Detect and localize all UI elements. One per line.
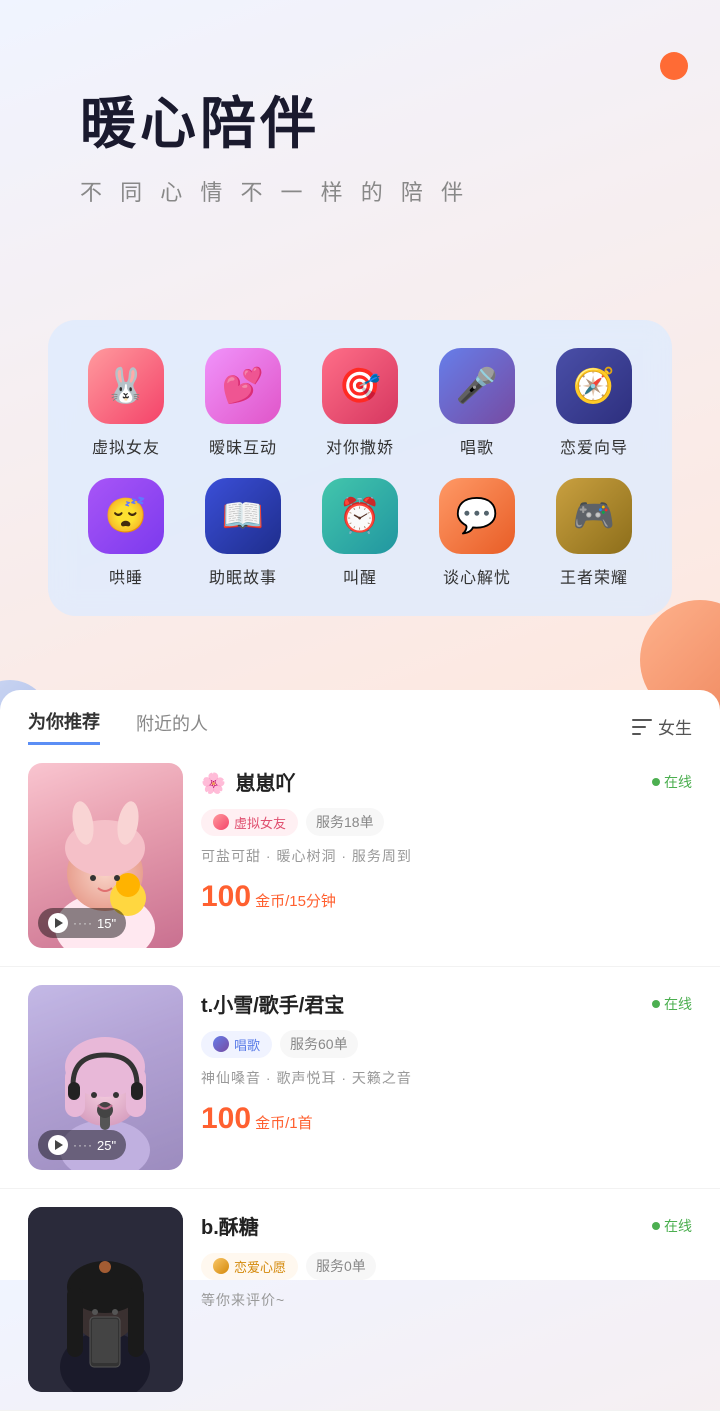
wave-icon-2: ····: [73, 1138, 93, 1152]
price-unit-2: 金币/1首: [255, 1112, 313, 1133]
category-row-2: 😴 哄睡 📖 助眠故事 ⏰ 叫醒 💬 谈心解忧 🎮 王者荣耀: [72, 478, 648, 588]
cat-icon-wake-up: ⏰: [322, 478, 398, 554]
cat-love-guide[interactable]: 🧭 恋爱向导: [540, 348, 648, 458]
service-tag-1: 虚拟女友: [201, 809, 298, 836]
category-row-1: 🐰 虚拟女友 💕 暧昧互动 🎯 对你撒娇 🎤 唱歌 🧭 恋爱向导: [72, 348, 648, 458]
user-name-2: t.小雪/歌手/君宝: [201, 989, 344, 1018]
online-status-1: 在线: [652, 772, 692, 792]
name-row-2: t.小雪/歌手/君宝 在线: [201, 989, 692, 1018]
tab-nearby[interactable]: 附近的人: [136, 710, 208, 744]
cat-spoil[interactable]: 🎯 对你撒娇: [306, 348, 414, 458]
cat-icon-spoil: 🎯: [322, 348, 398, 424]
price-num-2: 100: [201, 1102, 251, 1136]
tag-row-1: 虚拟女友 服务18单: [201, 808, 692, 836]
cat-sleep-story[interactable]: 📖 助眠故事: [189, 478, 297, 588]
card-info-2: t.小雪/歌手/君宝 在线 唱歌 服务60单 神仙嗓音 · 歌声悦耳 · 天籁之…: [183, 985, 692, 1170]
user-card-1[interactable]: ···· 15" 🌸 崽崽吖 在线 虚拟女友 服务18单: [0, 745, 720, 967]
user-name-3: b.酥糖: [201, 1211, 259, 1240]
cat-label-sleep-story: 助眠故事: [209, 564, 277, 588]
service-tag-3: 恋爱心愿: [201, 1253, 298, 1280]
page-title: 暖心陪伴: [80, 90, 720, 157]
online-status-3: 在线: [652, 1216, 692, 1236]
play-button-1[interactable]: [48, 913, 68, 933]
name-row-1: 🌸 崽崽吖 在线: [201, 767, 692, 796]
cat-label-spoil: 对你撒娇: [326, 434, 394, 458]
service-tag-2: 唱歌: [201, 1031, 272, 1058]
desc-3: 等你来评价~: [201, 1290, 692, 1310]
desc-1: 可盐可甜 · 暖心树洞 · 服务周到: [201, 846, 692, 866]
filter-icon: [632, 719, 652, 735]
filter-gender[interactable]: 女生: [632, 714, 692, 739]
cat-icon-flirt: 💕: [205, 348, 281, 424]
online-dot-1: [652, 778, 660, 786]
card-info-1: 🌸 崽崽吖 在线 虚拟女友 服务18单 可盐可甜 · 暖心树洞 · 服务周到 1…: [183, 763, 692, 948]
tag-row-3: 恋爱心愿 服务0单: [201, 1252, 692, 1280]
price-unit-1: 金币/15分钟: [255, 890, 336, 911]
cat-label-coax-sleep: 哄睡: [109, 564, 143, 588]
desc-2: 神仙嗓音 · 歌声悦耳 · 天籁之音: [201, 1068, 692, 1088]
cat-label-flirt: 暧昧互动: [209, 434, 277, 458]
cat-icon-love-guide: 🧭: [556, 348, 632, 424]
online-status-2: 在线: [652, 994, 692, 1014]
play-triangle-1: [55, 918, 63, 928]
cat-sing[interactable]: 🎤 唱歌: [423, 348, 531, 458]
user-card-3[interactable]: b.酥糖 在线 恋爱心愿 服务0单 等你来评价~: [0, 1189, 720, 1411]
cat-icon-coax-sleep: 😴: [88, 478, 164, 554]
service-count-1: 服务18单: [306, 808, 384, 836]
cat-honor[interactable]: 🎮 王者荣耀: [540, 478, 648, 588]
service-count-3: 服务0单: [306, 1252, 376, 1280]
cat-icon-sing: 🎤: [439, 348, 515, 424]
cat-virtual-girlfriend[interactable]: 🐰 虚拟女友: [72, 348, 180, 458]
tag-icon-3: [213, 1258, 229, 1274]
service-count-2: 服务60单: [280, 1030, 358, 1058]
page-subtitle: 不 同 心 情 不 一 样 的 陪 伴: [80, 175, 720, 207]
audio-duration-1: 15": [97, 916, 116, 931]
audio-player-1[interactable]: ···· 15": [38, 908, 126, 938]
filter-label: 女生: [658, 714, 692, 739]
wave-icon-1: ····: [73, 916, 93, 930]
user-name-1: 🌸 崽崽吖: [201, 767, 295, 796]
cat-wake-up[interactable]: ⏰ 叫醒: [306, 478, 414, 588]
cat-label-honor: 王者荣耀: [560, 564, 628, 588]
price-row-2: 100 金币/1首: [201, 1102, 692, 1136]
cat-flirt[interactable]: 💕 暧昧互动: [189, 348, 297, 458]
online-dot-2: [652, 1000, 660, 1008]
card-info-3: b.酥糖 在线 恋爱心愿 服务0单 等你来评价~: [183, 1207, 692, 1392]
content-area: 为你推荐 附近的人 女生: [0, 690, 720, 1280]
tag-row-2: 唱歌 服务60单: [201, 1030, 692, 1058]
cat-icon-talk-heart: 💬: [439, 478, 515, 554]
cat-icon-honor: 🎮: [556, 478, 632, 554]
filter-bar: 为你推荐 附近的人 女生: [0, 690, 720, 745]
online-dot-3: [652, 1222, 660, 1230]
card-image-2: ···· 25": [28, 985, 183, 1170]
price-row-1: 100 金币/15分钟: [201, 880, 692, 914]
cat-label-sing: 唱歌: [460, 434, 494, 458]
category-card: 🐰 虚拟女友 💕 暧昧互动 🎯 对你撒娇 🎤 唱歌 🧭 恋爱向导 😴 哄睡 📖 …: [48, 320, 672, 616]
play-triangle-2: [55, 1140, 63, 1150]
cat-icon-virtual-girlfriend: 🐰: [88, 348, 164, 424]
cat-label-virtual-girlfriend: 虚拟女友: [92, 434, 160, 458]
card-image-3: [28, 1207, 183, 1392]
user-card-2[interactable]: ···· 25" t.小雪/歌手/君宝 在线 唱歌 服务60单 神仙嗓音 · 歌…: [0, 967, 720, 1189]
audio-player-2[interactable]: ···· 25": [38, 1130, 126, 1160]
hero-section: 暖心陪伴 不 同 心 情 不 一 样 的 陪 伴: [0, 0, 720, 207]
cat-coax-sleep[interactable]: 😴 哄睡: [72, 478, 180, 588]
card-image-1: ···· 15": [28, 763, 183, 948]
audio-duration-2: 25": [97, 1138, 116, 1153]
name-row-3: b.酥糖 在线: [201, 1211, 692, 1240]
cat-label-talk-heart: 谈心解忧: [443, 564, 511, 588]
play-button-2[interactable]: [48, 1135, 68, 1155]
notification-dot[interactable]: [660, 52, 688, 80]
tag-icon-2: [213, 1036, 229, 1052]
tab-recommended[interactable]: 为你推荐: [28, 708, 100, 745]
cat-icon-sleep-story: 📖: [205, 478, 281, 554]
tag-icon-1: [213, 814, 229, 830]
cat-talk-heart[interactable]: 💬 谈心解忧: [423, 478, 531, 588]
price-num-1: 100: [201, 880, 251, 914]
cat-label-wake-up: 叫醒: [343, 564, 377, 588]
cat-label-love-guide: 恋爱向导: [560, 434, 628, 458]
